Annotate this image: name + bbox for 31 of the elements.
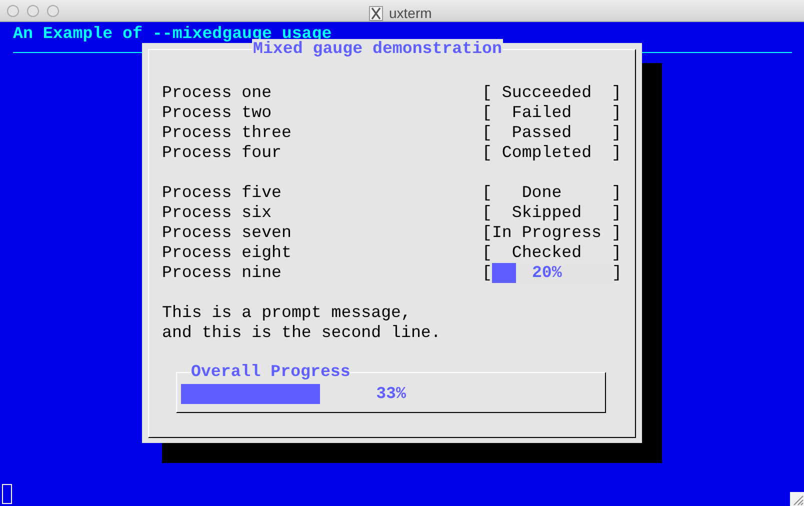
minimize-button[interactable]	[27, 4, 39, 16]
text-cursor	[2, 484, 12, 504]
process-label: Process five	[162, 183, 282, 203]
close-button[interactable]	[7, 4, 19, 16]
zoom-button[interactable]	[47, 4, 59, 16]
status-text: [ Passed ]	[482, 123, 622, 143]
status-text: [ Checked ]	[482, 243, 622, 263]
process-label: Process seven	[162, 223, 292, 243]
process-label: Process two	[162, 103, 273, 123]
status-text: [ Done ]	[482, 183, 622, 203]
process-label: Process eight	[162, 243, 292, 263]
resize-grip-icon[interactable]	[790, 492, 804, 506]
dialog-title: Mixed gauge demonstration	[252, 39, 503, 59]
process-label: Process one	[162, 83, 273, 103]
x-logo-icon	[369, 6, 383, 21]
process-label: Process nine	[162, 263, 282, 283]
status-text: [ Skipped ]	[482, 203, 622, 223]
bracket: ]	[612, 263, 622, 283]
status-text: [ Failed ]	[482, 103, 622, 123]
gauge-percent: 20%	[532, 263, 562, 283]
prompt-message: This is a prompt message, and this is the second line.	[162, 303, 442, 343]
overall-progress-percent: 33%	[376, 384, 406, 404]
window-title: uxterm	[389, 4, 432, 23]
bracket: [	[482, 263, 492, 283]
status-text: [ Succeeded ]	[482, 83, 622, 103]
status-text: [In Progress ]	[482, 223, 622, 243]
process-label: Process four	[162, 143, 282, 163]
overall-progress-title: Overall Progress	[191, 362, 350, 382]
status-text: [ Completed ]	[482, 143, 622, 163]
process-label: Process six	[162, 203, 273, 223]
process-label: Process three	[162, 123, 292, 143]
